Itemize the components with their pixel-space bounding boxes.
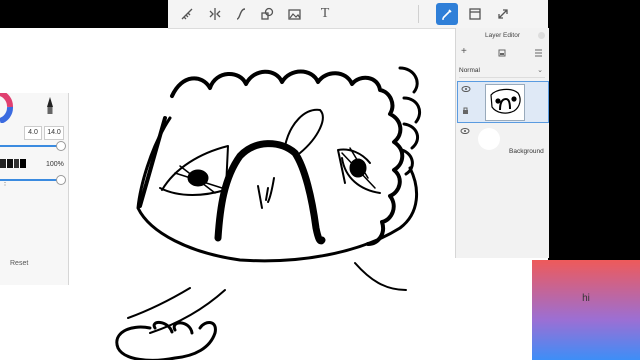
layer-row-sketch[interactable] <box>457 81 549 123</box>
brush-settings-panel: 4.0 14.0 100% ⋮ Reset <box>0 93 69 285</box>
reset-button[interactable]: Reset <box>10 260 28 267</box>
curve-icon[interactable] <box>230 3 252 25</box>
visibility-eye-icon[interactable] <box>460 128 470 134</box>
opacity-slider[interactable] <box>0 179 58 181</box>
frame-icon[interactable] <box>464 3 486 25</box>
panel-close-icon[interactable] <box>538 32 545 39</box>
opacity-slider-knob[interactable] <box>56 175 66 185</box>
blend-mode-select[interactable]: Normal ⌄ <box>459 65 545 78</box>
brush-size-slider[interactable] <box>0 145 58 147</box>
brush-icon[interactable] <box>436 3 458 25</box>
fullscreen-icon[interactable] <box>492 3 514 25</box>
duplicate-layer-icon[interactable] <box>498 49 506 57</box>
layer-row-background[interactable]: Background <box>457 124 547 160</box>
import-image-icon[interactable] <box>284 3 306 25</box>
layer-name: Background <box>509 148 544 155</box>
drag-handle-icon[interactable]: ⋮ <box>1 179 9 187</box>
opacity-value: 100% <box>46 161 64 168</box>
toolbar-divider <box>418 5 419 23</box>
layer-menu-icon[interactable] <box>534 49 543 57</box>
top-toolbar: T <box>168 0 548 29</box>
hair-scribble <box>170 69 405 246</box>
color-swatches[interactable] <box>0 159 26 168</box>
brush-size-slider-knob[interactable] <box>56 141 66 151</box>
add-layer-button[interactable]: + <box>461 46 467 57</box>
overlay-text: hi <box>582 293 590 304</box>
visibility-eye-icon[interactable] <box>461 86 471 92</box>
gradient-overlay-card: hi <box>532 260 640 360</box>
text-icon[interactable]: T <box>314 3 336 25</box>
layer-editor-title: Layer Editor <box>484 32 521 39</box>
color-wheel-icon[interactable] <box>0 93 30 123</box>
brush-size-min-field[interactable]: 4.0 <box>24 126 42 140</box>
symmetry-icon[interactable] <box>204 3 226 25</box>
blend-mode-value: Normal <box>459 67 480 74</box>
ruler-icon[interactable] <box>176 3 198 25</box>
lock-icon[interactable] <box>462 106 469 115</box>
layer-thumbnail <box>485 84 525 121</box>
layer-editor-panel: Layer Editor + Normal ⌄ Background <box>455 28 549 258</box>
chevron-down-icon: ⌄ <box>537 67 543 74</box>
head-outline <box>136 116 419 263</box>
layer-thumbnail <box>478 128 500 150</box>
shapes-icon[interactable] <box>256 3 278 25</box>
brush-tip-icon <box>47 97 53 114</box>
nose <box>214 140 326 245</box>
brush-size-max-field[interactable]: 14.0 <box>44 126 64 140</box>
hand <box>115 321 217 360</box>
